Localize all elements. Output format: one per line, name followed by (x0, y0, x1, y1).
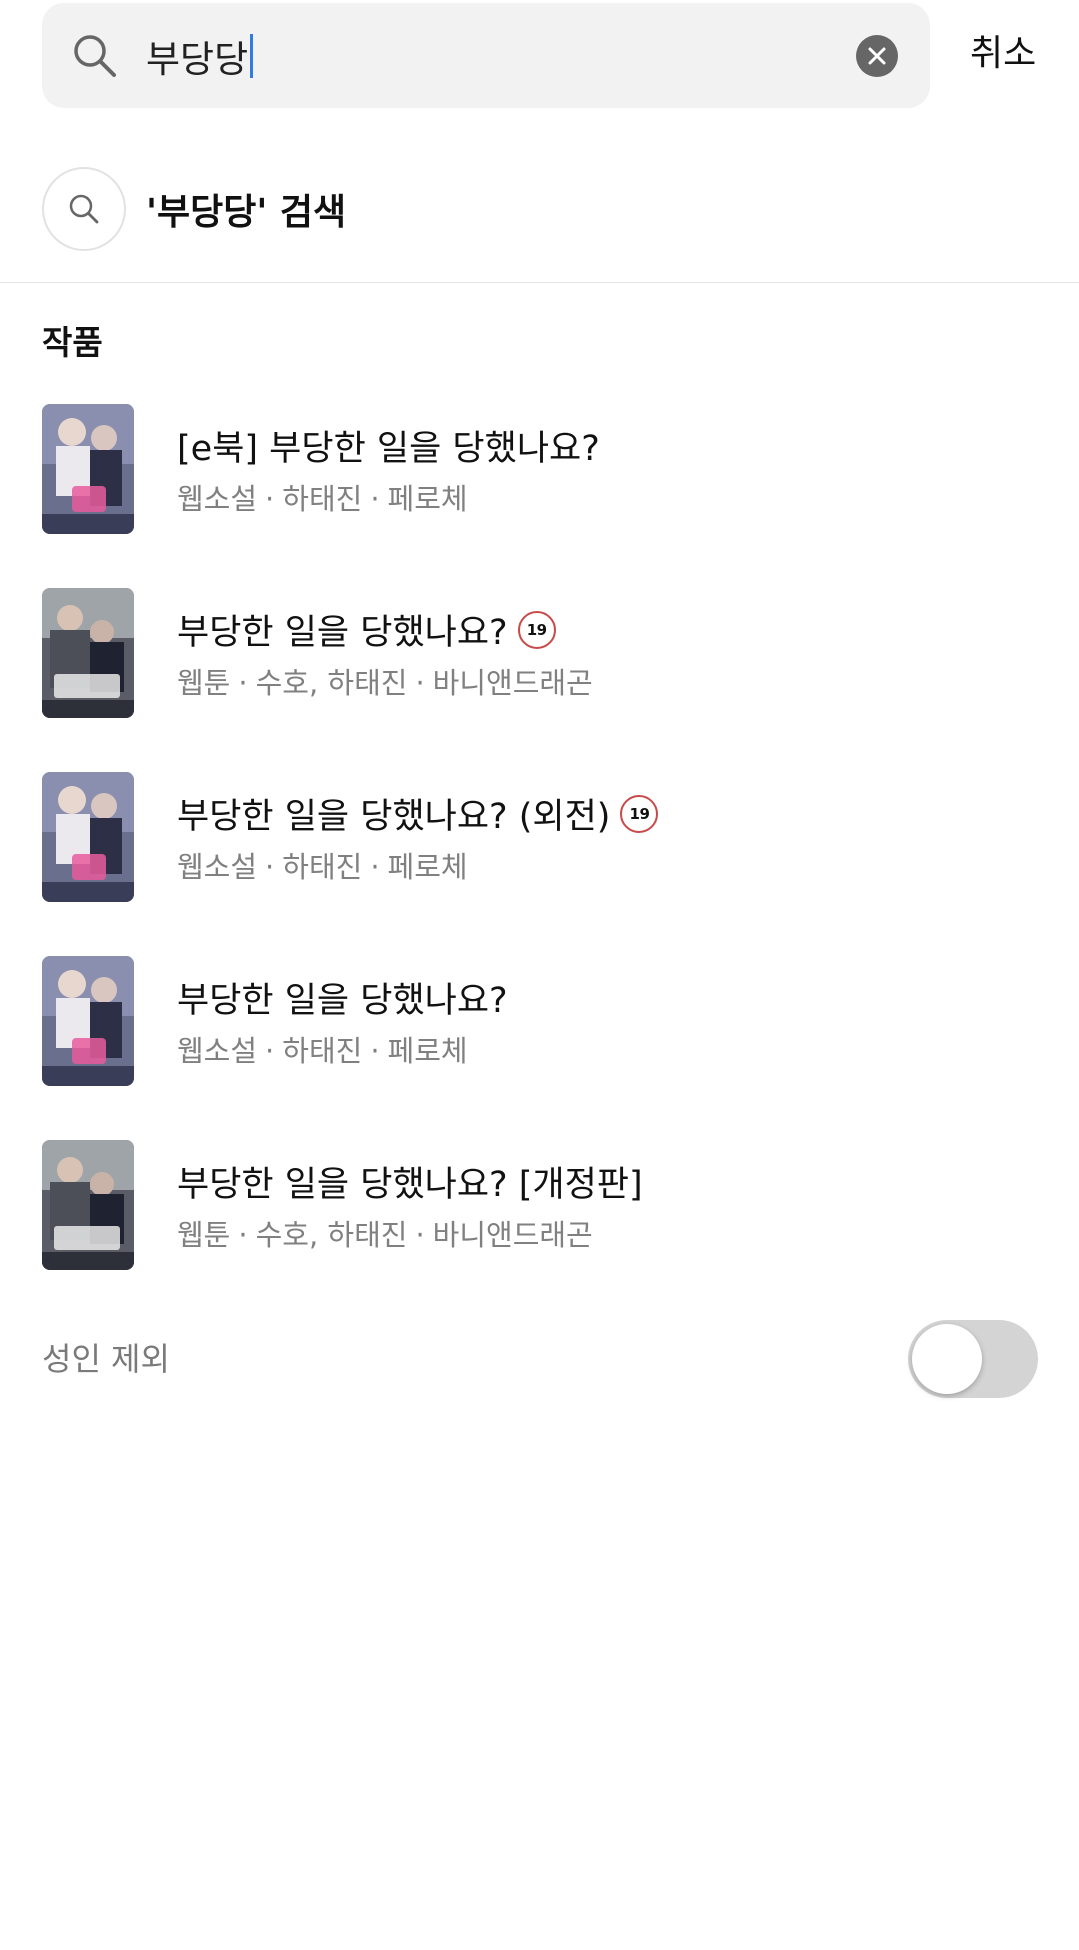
cover-thumbnail (42, 1140, 134, 1270)
cover-thumbnail (42, 772, 134, 902)
cover-thumbnail (42, 404, 134, 534)
item-authors: 수호, 하태진 (255, 666, 408, 700)
toggle-knob (912, 1324, 982, 1394)
meta-separator: · (238, 1218, 248, 1252)
item-publisher: 바니앤드래곤 (432, 666, 593, 700)
suggestion-search-icon (42, 167, 126, 251)
item-title: 부당한 일을 당했나요? [개정판] (177, 1156, 643, 1207)
clear-button[interactable] (856, 35, 898, 77)
suggestion-label: '부당당' 검색 (146, 192, 347, 233)
item-publisher: 페로체 (387, 1034, 468, 1068)
meta-separator: · (265, 1034, 275, 1068)
item-meta: 웹소설 · 하태진 · 페로체 (177, 476, 468, 518)
item-publisher: 바니앤드래곤 (432, 1218, 593, 1252)
item-meta: 웹소설 · 하태진 · 페로체 (177, 844, 468, 886)
item-genre: 웹소설 (177, 1034, 258, 1068)
meta-separator: · (265, 482, 275, 516)
item-title-text: 부당한 일을 당했나요? (177, 981, 508, 1021)
item-publisher: 페로체 (387, 482, 468, 516)
age-rating-badge: 19 (620, 794, 659, 833)
cancel-button[interactable]: 취소 (970, 26, 1036, 82)
search-bar[interactable]: 부당당 (42, 3, 930, 108)
search-icon (70, 31, 120, 81)
meta-separator: · (370, 1034, 380, 1068)
item-title-text: 부당한 일을 당했나요? [개정판] (177, 1165, 643, 1205)
search-screen: 부당당 취소 '부당당' 검색 작품 [e북] 부당한 일을 당했나요? 웹소설… (0, 0, 1079, 1950)
list-item[interactable]: 부당한 일을 당했나요? 웹소설 · 하태진 · 페로체 (42, 956, 1042, 1086)
meta-separator: · (238, 666, 248, 700)
item-authors: 하태진 (282, 1034, 363, 1068)
item-title-text: 부당한 일을 당했나요? (외전) (177, 797, 611, 837)
meta-separator: · (370, 850, 380, 884)
item-title-text: 부당한 일을 당했나요? (177, 613, 508, 653)
close-icon (868, 47, 886, 65)
search-suggestion[interactable]: '부당당' 검색 (42, 167, 1042, 251)
cover-thumbnail (42, 956, 134, 1086)
item-publisher: 페로체 (387, 850, 468, 884)
meta-separator: · (265, 850, 275, 884)
item-authors: 하태진 (282, 482, 363, 516)
adult-filter-toggle[interactable] (908, 1320, 1038, 1398)
list-item[interactable]: 부당한 일을 당했나요? (외전) 19 웹소설 · 하태진 · 페로체 (42, 772, 1042, 902)
text-caret (250, 33, 254, 78)
list-item[interactable]: [e북] 부당한 일을 당했나요? 웹소설 · 하태진 · 페로체 (42, 404, 1042, 534)
meta-separator: · (415, 666, 425, 700)
item-title-text: [e북] 부당한 일을 당했나요? (177, 429, 600, 469)
item-title: 부당한 일을 당했나요? (177, 972, 508, 1023)
item-title: [e북] 부당한 일을 당했나요? (177, 420, 600, 471)
item-genre: 웹툰 (177, 666, 231, 700)
list-item[interactable]: 부당한 일을 당했나요? 19 웹툰 · 수호, 하태진 · 바니앤드래곤 (42, 588, 1042, 718)
item-meta: 웹소설 · 하태진 · 페로체 (177, 1028, 468, 1070)
item-title: 부당한 일을 당했나요? (외전) 19 (177, 788, 659, 839)
item-authors: 하태진 (282, 850, 363, 884)
cover-thumbnail (42, 588, 134, 718)
item-meta: 웹툰 · 수호, 하태진 · 바니앤드래곤 (177, 1212, 593, 1254)
item-meta: 웹툰 · 수호, 하태진 · 바니앤드래곤 (177, 660, 593, 702)
item-genre: 웹툰 (177, 1218, 231, 1252)
adult-filter-label: 성인 제외 (42, 1340, 170, 1378)
item-title: 부당한 일을 당했나요? 19 (177, 604, 556, 655)
age-rating-badge: 19 (517, 610, 556, 649)
search-input[interactable]: 부당당 (146, 3, 254, 108)
search-query-text: 부당당 (146, 37, 249, 81)
meta-separator: · (415, 1218, 425, 1252)
item-authors: 수호, 하태진 (255, 1218, 408, 1252)
section-title: 작품 (42, 323, 103, 362)
meta-separator: · (370, 482, 380, 516)
results-list: [e북] 부당한 일을 당했나요? 웹소설 · 하태진 · 페로체 부당한 일을 당했나… (42, 404, 1042, 1324)
item-genre: 웹소설 (177, 482, 258, 516)
divider (0, 282, 1079, 283)
item-genre: 웹소설 (177, 850, 258, 884)
list-item[interactable]: 부당한 일을 당했나요? [개정판] 웹툰 · 수호, 하태진 · 바니앤드래곤 (42, 1140, 1042, 1270)
